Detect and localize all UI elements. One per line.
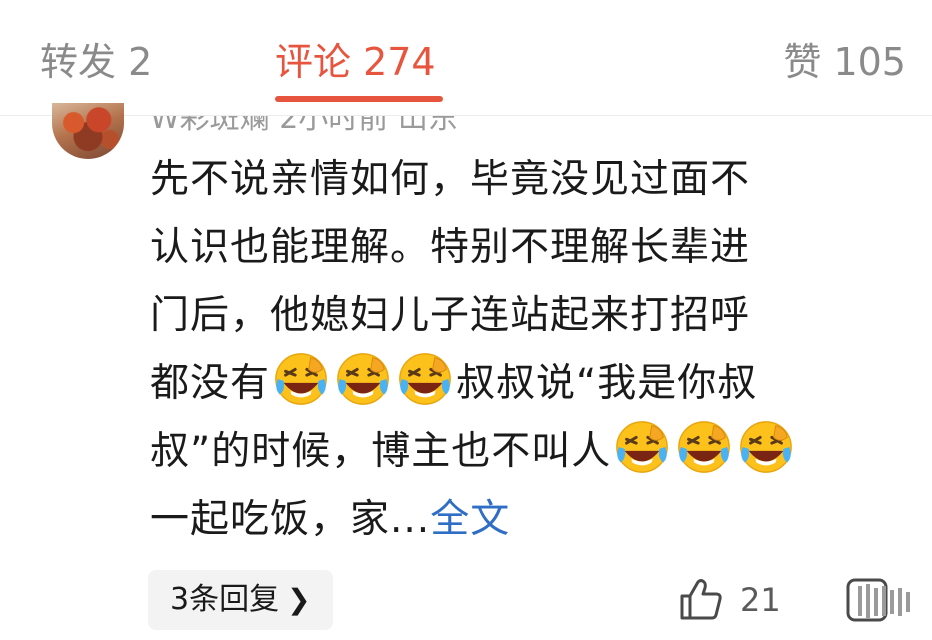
like-count: 21 [740,581,781,619]
comment-text-fragment: 叔”的时候，博主也不叫人 [150,429,612,474]
comment-line: 门后，他媳妇儿子连站起来打招呼 [150,293,751,338]
comment-body: 先不说亲情如何，毕竟没见过面不 认识也能理解。特别不理解长辈进 门后，他媳妇儿子… [150,146,895,554]
comment-line: 都没有 叔叔说“我是你叔 [150,350,895,418]
tab-bar: 转发 2 评论 274 赞 105 [0,0,932,116]
read-more-link[interactable]: 全文 [430,497,510,542]
active-tab-indicator [275,96,443,102]
tab-comments[interactable]: 评论 274 [275,36,436,88]
comment-line: 一起吃饭，家...全文 [150,486,895,554]
tab-reposts[interactable]: 转发 2 [40,36,152,88]
tab-likes[interactable]: 赞 105 [783,36,906,88]
comment-line: 认识也能理解。特别不理解长辈进 [150,225,751,270]
comment-text-fragment: 都没有 [150,361,271,406]
comment-line: 叔”的时候，博主也不叫人 [150,418,895,486]
laughing-crying-emoji-icon [613,418,671,476]
comment-line: 先不说亲情如何，毕竟没见过面不 [150,157,751,202]
laughing-crying-emoji-icon [675,418,733,476]
replies-label: 3条回复 [170,582,280,617]
laughing-crying-emoji-icon [272,350,330,408]
chevron-right-icon: ❯ [287,583,311,616]
laughing-crying-emoji-icon [737,418,795,476]
laughing-crying-emoji-icon [396,350,454,408]
comment-text-fragment: 一起吃饭，家... [150,497,431,542]
laughing-crying-emoji-icon [334,350,392,408]
view-replies-button[interactable]: 3条回复 ❯ [148,570,333,630]
more-options-icon[interactable] [844,576,914,626]
comment-text-fragment: 叔叔说“我是你叔 [456,361,758,406]
tab-divider [0,115,932,116]
thumbs-up-icon[interactable] [678,576,724,622]
avatar[interactable] [52,103,124,159]
